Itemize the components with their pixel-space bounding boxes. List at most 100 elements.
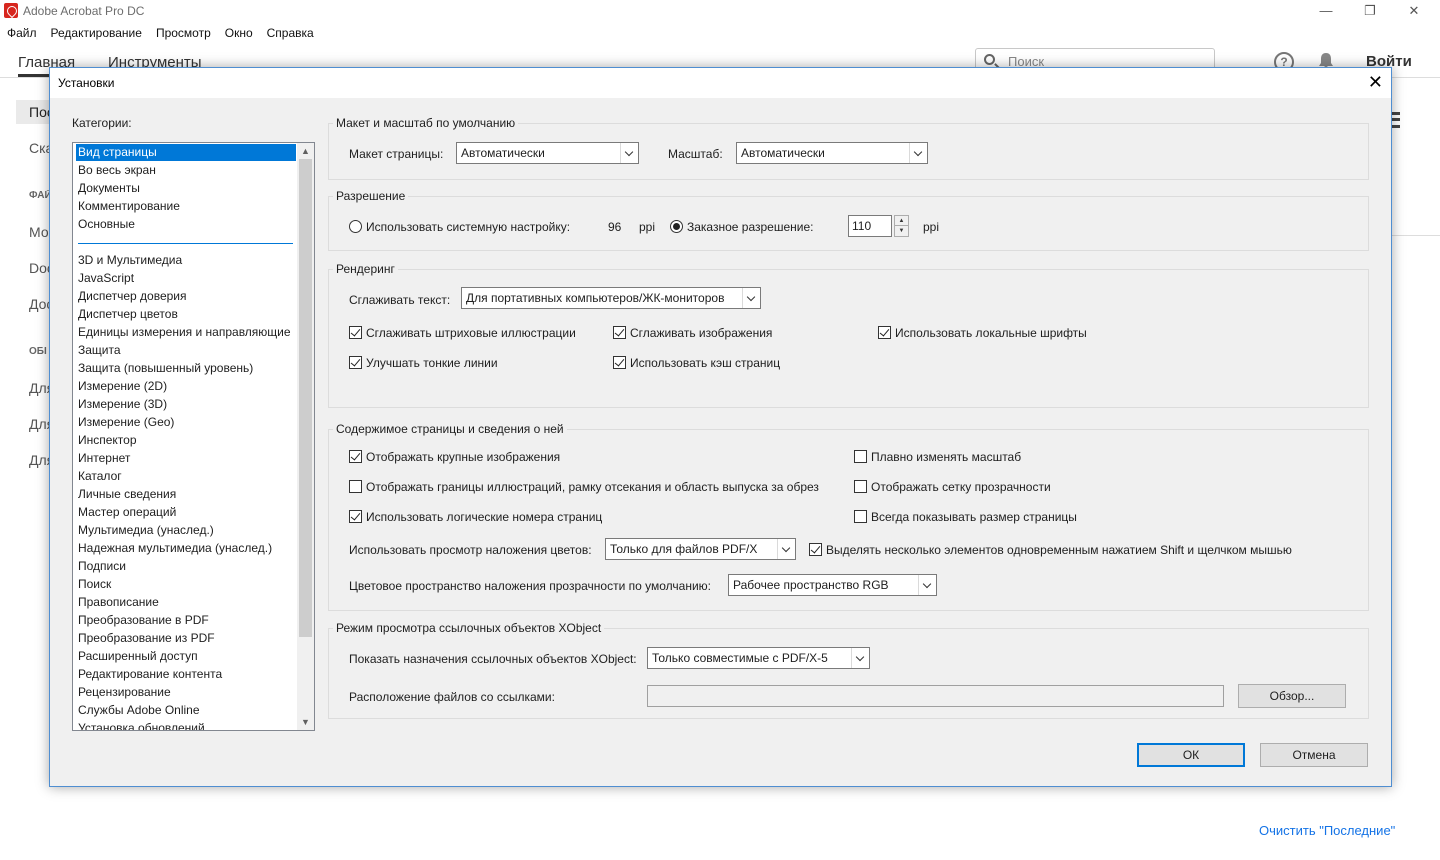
dialog-close-icon[interactable]: ✕	[1368, 72, 1383, 92]
left-item-shared-2[interactable]: Для	[29, 416, 50, 432]
category-item[interactable]: Защита	[76, 342, 296, 359]
category-item[interactable]: Надежная мультимедиа (унаслед.)	[76, 540, 296, 557]
category-item[interactable]: Интернет	[76, 450, 296, 467]
resolution-spinner[interactable]: ▲ ▼	[894, 215, 909, 237]
spin-up-icon[interactable]: ▲	[895, 216, 908, 226]
category-item[interactable]: Защита (повышенный уровень)	[76, 360, 296, 377]
left-header-files: ФАЙ	[29, 190, 50, 201]
chevron-down-icon	[777, 539, 795, 559]
logical-page-numbers-label: Использовать логические номера страниц	[366, 510, 603, 524]
page-size-checkbox[interactable]	[854, 510, 867, 523]
scroll-up-icon[interactable]: ▲	[297, 143, 314, 159]
local-fonts-checkbox[interactable]	[878, 326, 891, 339]
cancel-button[interactable]: Отмена	[1260, 743, 1368, 767]
system-resolution-radio[interactable]	[349, 220, 362, 233]
smooth-images-checkbox[interactable]	[613, 326, 626, 339]
xobject-targets-label: Показать назначения ссылочных объектов X…	[349, 652, 637, 666]
scroll-down-icon[interactable]: ▼	[297, 714, 314, 730]
left-item-doc[interactable]: Doc	[29, 260, 50, 276]
transparency-grid-label: Отображать сетку прозрачности	[871, 480, 1051, 494]
category-item[interactable]: Службы Adobe Online	[76, 702, 296, 719]
category-item[interactable]: Мультимедиа (унаслед.)	[76, 522, 296, 539]
chevron-down-icon	[742, 288, 760, 308]
spin-down-icon[interactable]: ▼	[895, 226, 908, 236]
category-item[interactable]: Расширенный доступ	[76, 648, 296, 665]
category-item[interactable]: Подписи	[76, 558, 296, 575]
smooth-zoom-label: Плавно изменять масштаб	[871, 450, 1022, 464]
close-window-button[interactable]: ✕	[1392, 0, 1436, 22]
category-item[interactable]: Во весь экран	[76, 162, 296, 179]
custom-resolution-unit: ppi	[923, 220, 940, 234]
menu-window[interactable]: Окно	[218, 22, 260, 44]
category-item[interactable]: Документы	[76, 180, 296, 197]
scroll-thumb[interactable]	[299, 159, 312, 637]
page-layout-select[interactable]: Автоматически	[456, 142, 639, 164]
smooth-text-select[interactable]: Для портативных компьютеров/ЖК-мониторов	[461, 287, 761, 309]
categories-scrollbar[interactable]: ▲ ▼	[297, 143, 314, 730]
left-item-shared-3[interactable]: Для	[29, 452, 50, 468]
smooth-text-label: Сглаживать текст:	[349, 293, 451, 307]
system-resolution-label: Использовать системную настройку:	[366, 220, 571, 234]
browse-button[interactable]: Обзор...	[1238, 684, 1346, 708]
category-item[interactable]: Личные сведения	[76, 486, 296, 503]
large-images-checkbox[interactable]	[349, 450, 362, 463]
left-item-recent[interactable]: Пос	[16, 100, 50, 124]
category-item[interactable]: Диспетчер цветов	[76, 306, 296, 323]
smooth-line-art-checkbox[interactable]	[349, 326, 362, 339]
view-toggle-icon[interactable]	[1392, 112, 1400, 128]
category-item[interactable]: Комментирование	[76, 198, 296, 215]
menu-file[interactable]: Файл	[0, 22, 44, 44]
files-location-label: Расположение файлов со ссылками:	[349, 690, 555, 704]
left-item-scans[interactable]: Ска	[29, 140, 50, 156]
minimize-button[interactable]: —	[1304, 0, 1348, 22]
left-item-shared-1[interactable]: Для	[29, 380, 50, 396]
ok-button[interactable]: ОК	[1137, 743, 1245, 767]
category-item[interactable]: Каталог	[76, 468, 296, 485]
categories-list[interactable]: Вид страницы Во весь экран Документы Коммен…	[72, 142, 315, 731]
category-item[interactable]: Рецензирование	[76, 684, 296, 701]
category-item[interactable]: Измерение (Geo)	[76, 414, 296, 431]
category-item-selected[interactable]: Вид страницы	[76, 144, 296, 161]
category-item[interactable]: 3D и Мультимедиа	[76, 252, 296, 269]
category-item[interactable]: Основные	[76, 216, 296, 233]
chevron-down-icon	[620, 143, 638, 163]
category-item[interactable]: Измерение (3D)	[76, 396, 296, 413]
art-boxes-checkbox[interactable]	[349, 480, 362, 493]
menu-help[interactable]: Справка	[260, 22, 321, 44]
left-item-my[interactable]: Мо	[29, 224, 50, 240]
clear-recent-link[interactable]: Очистить "Последние"	[1259, 823, 1395, 838]
category-item[interactable]: Измерение (2D)	[76, 378, 296, 395]
smooth-line-art-label: Сглаживать штриховые иллюстрации	[366, 326, 576, 340]
maximize-button[interactable]: ❐	[1348, 0, 1392, 22]
category-item[interactable]: Единицы измерения и направляющие	[76, 324, 296, 341]
shift-click-checkbox[interactable]	[809, 543, 822, 556]
category-item[interactable]: Правописание	[76, 594, 296, 611]
system-resolution-unit: ppi	[639, 220, 656, 234]
overprint-select[interactable]: Только для файлов PDF/X	[605, 538, 796, 560]
chevron-down-icon	[851, 648, 869, 668]
category-item[interactable]: Диспетчер доверия	[76, 288, 296, 305]
left-item-doc2[interactable]: Доc	[29, 296, 50, 312]
logical-page-numbers-checkbox[interactable]	[349, 510, 362, 523]
custom-resolution-radio[interactable]	[670, 220, 683, 233]
category-item[interactable]: Мастер операций	[76, 504, 296, 521]
smooth-zoom-checkbox[interactable]	[854, 450, 867, 463]
files-location-input[interactable]	[647, 685, 1224, 707]
category-item[interactable]: Поиск	[76, 576, 296, 593]
category-item[interactable]: Установка обновлений	[76, 720, 296, 730]
category-item[interactable]: Редактирование контента	[76, 666, 296, 683]
category-item[interactable]: JavaScript	[76, 270, 296, 287]
category-item[interactable]: Инспектор	[76, 432, 296, 449]
transparency-grid-checkbox[interactable]	[854, 480, 867, 493]
menu-view[interactable]: Просмотр	[149, 22, 218, 44]
page-cache-checkbox[interactable]	[613, 356, 626, 369]
blend-space-select[interactable]: Рабочее пространство RGB	[728, 574, 937, 596]
category-item[interactable]: Преобразование из PDF	[76, 630, 296, 647]
category-item[interactable]: Преобразование в PDF	[76, 612, 296, 629]
menu-edit[interactable]: Редактирование	[44, 22, 149, 44]
zoom-select[interactable]: Автоматически	[736, 142, 928, 164]
xobject-targets-select[interactable]: Только совместимые с PDF/X-5	[647, 647, 870, 669]
custom-resolution-input[interactable]: 110	[848, 215, 892, 237]
left-header-shared: ОБІ	[29, 346, 47, 357]
thin-lines-checkbox[interactable]	[349, 356, 362, 369]
